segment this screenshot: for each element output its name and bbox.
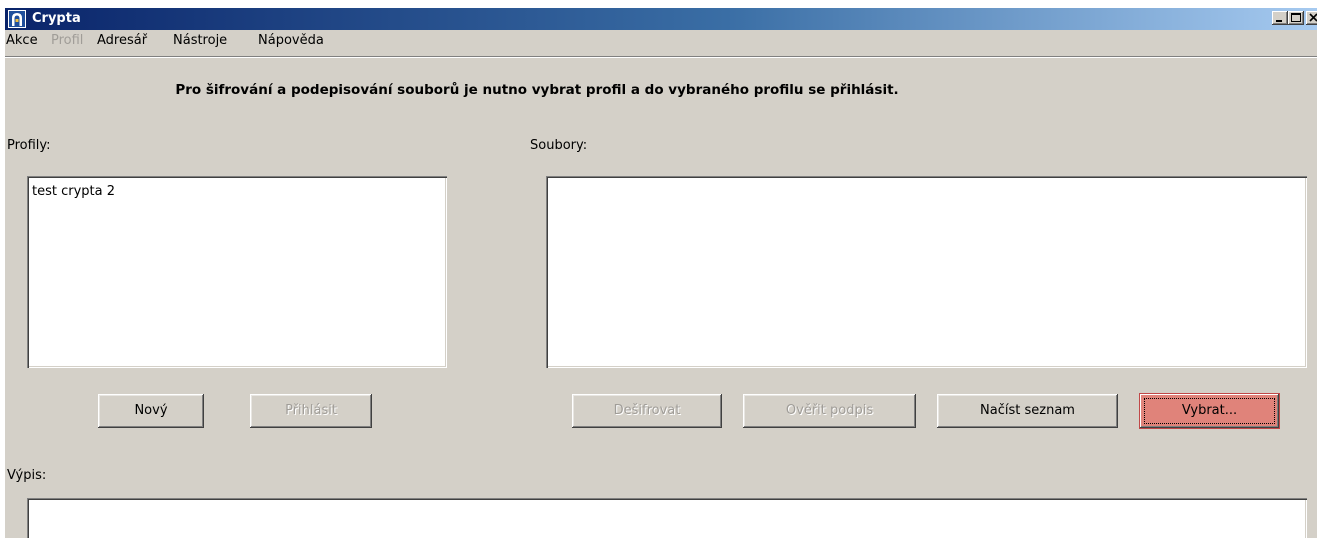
output-label: Výpis:	[7, 468, 47, 483]
login-button[interactable]: Přihlásit	[250, 394, 372, 428]
output-textbox[interactable]	[27, 498, 1307, 538]
crypta-app-icon	[8, 10, 26, 28]
verify-signature-button[interactable]: Ověřit podpis	[743, 394, 916, 428]
crypta-window: Crypta Akce Profil Adresář Nástroje Nápo…	[5, 8, 1317, 538]
select-button[interactable]: Vybrat...	[1140, 394, 1279, 428]
maximize-button[interactable]	[1288, 11, 1304, 25]
load-list-button[interactable]: Načíst seznam	[937, 394, 1118, 428]
decrypt-button[interactable]: Dešifrovat	[572, 394, 722, 428]
select-button-label: Vybrat...	[1181, 403, 1238, 418]
menu-separator	[5, 56, 1317, 58]
menu-adresar[interactable]: Adresář	[97, 32, 147, 50]
new-profile-button[interactable]: Nový	[98, 394, 204, 428]
minimize-icon	[1276, 20, 1282, 22]
profile-list-item[interactable]: test crypta 2	[32, 184, 115, 199]
minimize-button[interactable]	[1272, 11, 1288, 25]
close-button[interactable]	[1306, 11, 1317, 25]
maximize-icon	[1291, 13, 1301, 22]
menu-profil[interactable]: Profil	[51, 32, 83, 50]
close-icon	[1309, 13, 1317, 22]
profiles-label: Profily:	[7, 138, 51, 153]
menu-nastroje[interactable]: Nástroje	[173, 32, 227, 50]
menu-bar: Akce Profil Adresář Nástroje Nápověda	[5, 30, 1317, 52]
title-bar[interactable]: Crypta	[5, 8, 1317, 30]
profiles-listbox[interactable]: test crypta 2	[27, 176, 447, 368]
menu-napoveda[interactable]: Nápověda	[258, 32, 324, 50]
window-title: Crypta	[32, 11, 81, 26]
files-listbox[interactable]	[546, 176, 1307, 368]
instruction-headline: Pro šifrování a podepisování souborů je …	[175, 82, 899, 98]
files-label: Soubory:	[530, 138, 588, 153]
menu-akce[interactable]: Akce	[6, 32, 38, 50]
